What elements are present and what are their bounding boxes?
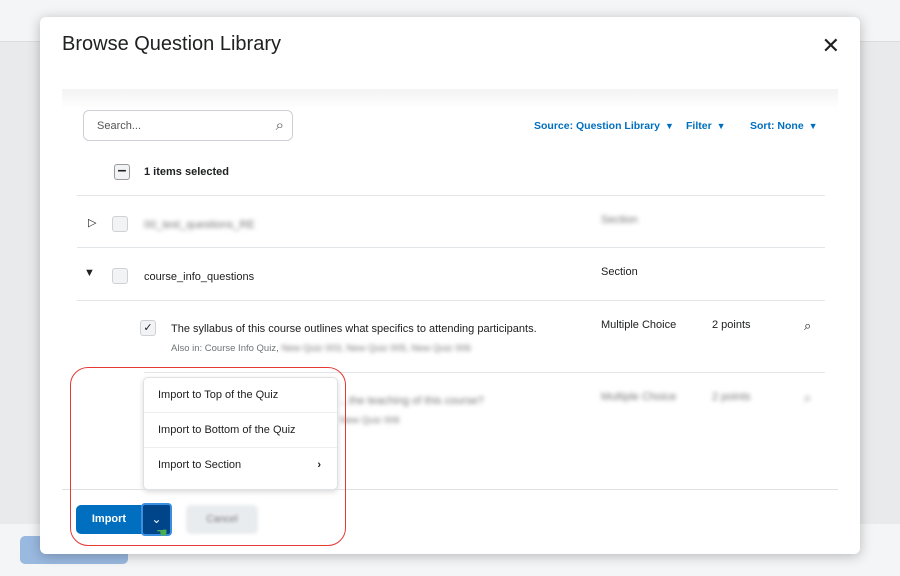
preview-icon[interactable]: ⌕ — [804, 390, 811, 406]
close-icon[interactable]: ✕ — [822, 35, 840, 57]
row-checkbox[interactable] — [112, 268, 128, 284]
question-text: The syllabus of this course outlines wha… — [171, 323, 537, 335]
chevron-down-icon: ▼ — [716, 121, 726, 131]
browse-question-library-dialog: Browse Question Library ✕ Search... ⌕ So… — [40, 17, 860, 554]
preview-icon[interactable]: ⌕ — [804, 318, 811, 334]
source-label: Source: Question Library — [534, 120, 661, 132]
also-in: New Quiz 006 — [340, 415, 400, 426]
chevron-right-icon: › — [317, 459, 321, 471]
row-type: Section — [601, 266, 638, 278]
row-points: 2 points — [712, 319, 751, 331]
chevron-down-icon: ⌄ — [151, 512, 162, 526]
search-placeholder: Search... — [97, 120, 142, 132]
menu-item-import-bottom[interactable]: Import to Bottom of the Quiz — [144, 413, 337, 448]
divider — [144, 372, 825, 373]
menu-label: Import to Top of the Quiz — [158, 389, 279, 401]
row-type: Section — [601, 214, 638, 226]
section-name: 00_test_questions_RE — [144, 219, 255, 231]
import-menu: Import to Top of the Quiz Import to Bott… — [143, 377, 338, 490]
section-name: course_info_questions — [144, 271, 255, 283]
cancel-button[interactable]: Cancel — [186, 505, 258, 534]
divider — [77, 300, 825, 301]
search-icon[interactable]: ⌕ — [276, 117, 284, 134]
selected-count: 1 items selected — [144, 166, 229, 178]
expand-icon[interactable]: ▷ — [88, 216, 96, 229]
dialog-title: Browse Question Library — [62, 33, 281, 55]
question-checkbox-checked[interactable]: ✓ — [140, 320, 156, 336]
divider — [77, 195, 825, 196]
row-type: Multiple Choice — [601, 391, 677, 403]
menu-item-import-section[interactable]: Import to Section › — [144, 448, 337, 483]
chevron-down-icon: ▼ — [808, 121, 818, 131]
row-type: Multiple Choice — [601, 319, 677, 331]
divider — [77, 247, 825, 248]
also-in: Also in: Course Info Quiz, — [171, 343, 279, 354]
also-in-more: New Quiz 003, New Quiz 005, New Quiz 006 — [281, 343, 471, 354]
search-input[interactable]: Search... ⌕ — [83, 110, 293, 141]
filter-label: Filter — [686, 120, 712, 132]
fade — [62, 89, 838, 109]
row-points: 2 points — [712, 391, 751, 403]
chevron-down-icon: ▼ — [665, 121, 674, 131]
question-text: ...the teaching of this course? — [340, 395, 484, 407]
hand-cursor-icon: ☚ — [156, 525, 168, 540]
footer-divider — [62, 489, 838, 490]
import-button[interactable]: Import — [76, 505, 142, 534]
sort-label: Sort: None — [750, 120, 804, 132]
collapse-icon[interactable]: ▼ — [84, 267, 95, 279]
menu-label: Import to Section — [158, 459, 242, 471]
select-all-checkbox[interactable]: – — [114, 163, 130, 180]
filter-dropdown[interactable]: Filter ▼ — [686, 120, 726, 132]
menu-label: Import to Bottom of the Quiz — [158, 424, 296, 436]
sort-dropdown[interactable]: Sort: None ▼ — [750, 120, 818, 132]
source-dropdown[interactable]: Source: Question Library ▼ — [534, 120, 674, 132]
row-checkbox[interactable] — [112, 216, 128, 232]
menu-item-import-top[interactable]: Import to Top of the Quiz — [144, 378, 337, 413]
